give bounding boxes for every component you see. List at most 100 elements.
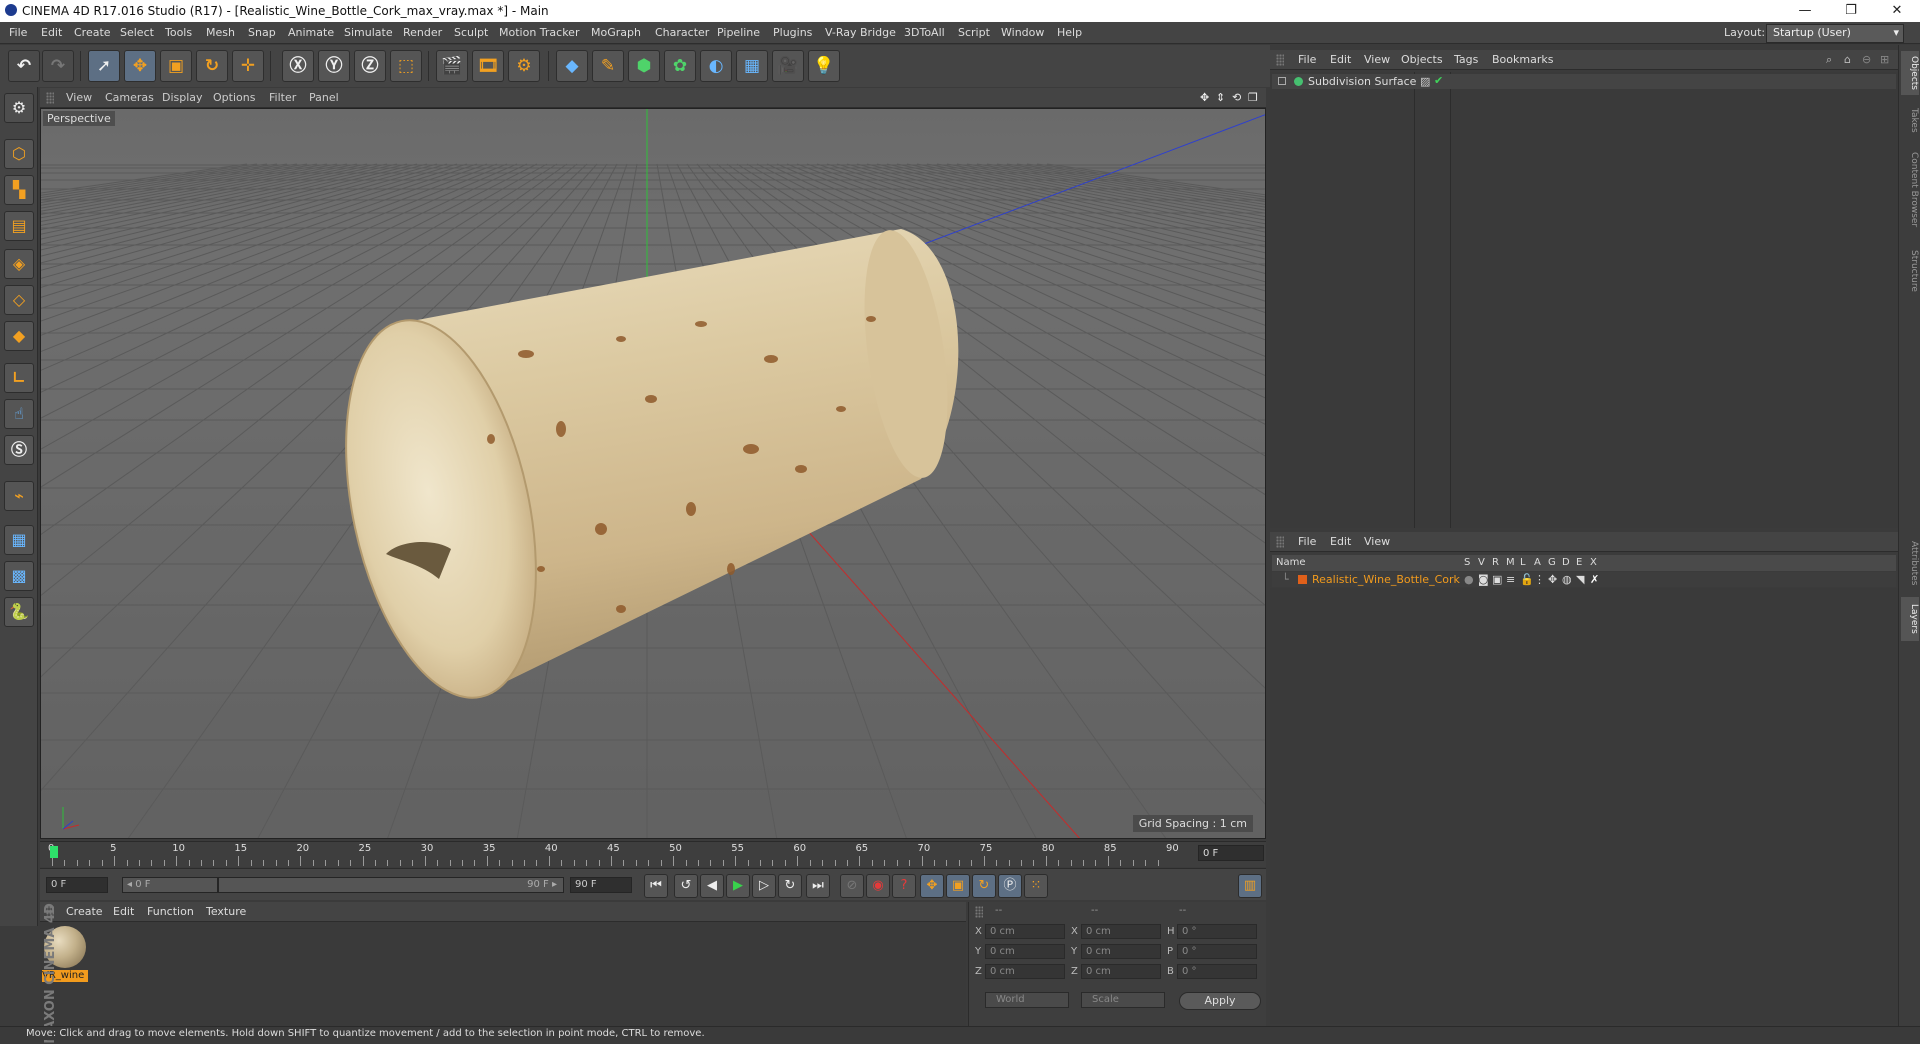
menu-mograph[interactable]: MoGraph [591, 26, 641, 39]
tab-takes[interactable]: Takes [1901, 103, 1919, 137]
search-icon[interactable]: ⌕ [1826, 53, 1832, 67]
maximize-button[interactable]: ❐ [1828, 0, 1874, 22]
size-mode-dropdown[interactable]: Scale [1081, 992, 1165, 1008]
drag-handle-icon[interactable] [1276, 536, 1284, 548]
material-menu-function[interactable]: Function [147, 905, 194, 918]
menu-select[interactable]: Select [120, 26, 154, 39]
mograph-cloner-icon[interactable]: ✿ [664, 50, 696, 82]
render-toggle-icon[interactable]: ▣ [1492, 573, 1502, 586]
lock-toggle-icon[interactable]: 🔓 [1520, 573, 1534, 586]
make-editable-icon[interactable]: ⚙ [4, 93, 34, 123]
enabled-check-icon[interactable]: ✔ [1434, 74, 1443, 87]
objects-menu-objects[interactable]: Objects [1401, 53, 1443, 66]
menu-vray-bridge[interactable]: V-Ray Bridge [825, 26, 896, 39]
objects-menu-bookmarks[interactable]: Bookmarks [1492, 53, 1553, 66]
minimize-button[interactable]: — [1782, 0, 1828, 22]
menu-motion-tracker[interactable]: Motion Tracker [499, 26, 579, 39]
redo-icon[interactable]: ↷ [42, 50, 74, 82]
x-axis-icon[interactable]: Ⓧ [282, 50, 314, 82]
record-disabled-icon[interactable]: ⊘ [840, 874, 864, 898]
manager-toggle-icon[interactable]: ≡ [1506, 573, 1515, 586]
menu-animate[interactable]: Animate [288, 26, 334, 39]
viewport-menu-view[interactable]: View [66, 91, 92, 104]
size-x-field[interactable]: 0 cm [1081, 924, 1161, 939]
next-frame-icon[interactable]: ▷ [752, 874, 776, 898]
texture-mode-icon[interactable]: ▚ [4, 175, 34, 205]
xref-toggle-icon[interactable]: ✗ [1590, 573, 1599, 586]
timeline-ruler[interactable]: 051015202530354045505560657075808590 [40, 841, 1266, 867]
key-pla-icon[interactable]: ⁙ [1024, 874, 1048, 898]
tweak-mode-icon[interactable]: ☝ [4, 399, 34, 429]
menu-snap[interactable]: Snap [248, 26, 276, 39]
end-frame-field[interactable]: 90 F [570, 877, 632, 893]
menu-pipeline[interactable]: Pipeline [717, 26, 760, 39]
previous-frame-icon[interactable]: ◀ [700, 874, 724, 898]
menu-plugins[interactable]: Plugins [773, 26, 812, 39]
subdivision-icon[interactable]: ⬢ [628, 50, 660, 82]
scale-icon[interactable]: ▣ [160, 50, 192, 82]
viewport-menu-filter[interactable]: Filter [269, 91, 296, 104]
visibility-toggle-icon[interactable]: ▨ [1420, 75, 1430, 88]
layers-menu-edit[interactable]: Edit [1330, 535, 1351, 548]
viewport-menu-display[interactable]: Display [162, 91, 203, 104]
layers-menu-file[interactable]: File [1298, 535, 1316, 548]
select-icon[interactable]: ➚ [88, 50, 120, 82]
polygons-mode-icon[interactable]: ◆ [4, 321, 34, 351]
pos-x-field[interactable]: 0 cm [985, 924, 1065, 939]
workplane-icon[interactable]: ▤ [4, 211, 34, 241]
timeline-window-icon[interactable]: ▥ [1238, 874, 1262, 898]
viewport-menu-panel[interactable]: Panel [309, 91, 339, 104]
floor-icon[interactable]: ▦ [736, 50, 768, 82]
viewport-move-icon[interactable]: ✥ [1200, 91, 1209, 104]
render-settings-icon[interactable]: ⚙ [508, 50, 540, 82]
z-axis-icon[interactable]: Ⓩ [354, 50, 386, 82]
render-view-icon[interactable]: 🎬 [436, 50, 468, 82]
model-mode-icon[interactable]: ⬡ [4, 139, 34, 169]
render-picture-viewer-icon[interactable]: 🎞 [472, 50, 504, 82]
generators-toggle-icon[interactable]: ✥ [1548, 573, 1557, 586]
layout-dropdown[interactable]: Startup (User) ▾ [1766, 24, 1904, 43]
material-menu-texture[interactable]: Texture [206, 905, 246, 918]
record-active-icon[interactable]: ◉ [866, 874, 890, 898]
expressions-toggle-icon[interactable]: ◥ [1576, 573, 1584, 586]
tab-content-browser[interactable]: Content Browser [1901, 145, 1919, 235]
layers-menu-view[interactable]: View [1364, 535, 1390, 548]
pos-z-field[interactable]: 0 cm [985, 964, 1065, 979]
objects-menu-file[interactable]: File [1298, 53, 1316, 66]
view-toggle-icon[interactable]: ◙ [1478, 573, 1489, 586]
autokey-icon[interactable]: ? [892, 874, 916, 898]
objects-menu-view[interactable]: View [1364, 53, 1390, 66]
menu-tools[interactable]: Tools [165, 26, 192, 39]
menu-mesh[interactable]: Mesh [206, 26, 235, 39]
deformers-toggle-icon[interactable]: ◍ [1562, 573, 1572, 586]
material-menu-edit[interactable]: Edit [113, 905, 134, 918]
edges-mode-icon[interactable]: ◇ [4, 285, 34, 315]
previous-key-icon[interactable]: ↺ [674, 874, 698, 898]
python-icon[interactable]: 🐍 [4, 597, 34, 627]
menu-sculpt[interactable]: Sculpt [454, 26, 488, 39]
menu-3dtoall[interactable]: 3DToAll [904, 26, 945, 39]
last-tool-icon[interactable]: ✛ [232, 50, 264, 82]
soft-selection-icon[interactable]: ⌁ [4, 481, 34, 511]
layer-row[interactable]: └ Realistic_Wine_Bottle_Cork ● ◙ ▣ ≡ 🔓 ⋮… [1272, 572, 1896, 587]
menu-file[interactable]: File [9, 26, 27, 39]
cube-icon[interactable]: ◆ [556, 50, 588, 82]
rot-b-field[interactable]: 0 ° [1177, 964, 1257, 979]
rot-h-field[interactable]: 0 ° [1177, 924, 1257, 939]
viewport-maximize-icon[interactable]: ❐ [1248, 91, 1258, 104]
menu-window[interactable]: Window [1001, 26, 1044, 39]
close-button[interactable]: ✕ [1874, 0, 1920, 22]
size-y-field[interactable]: 0 cm [1081, 944, 1161, 959]
coordinate-mode-dropdown[interactable]: World [985, 992, 1069, 1008]
viewport-rotate-icon[interactable]: ⟲ [1232, 91, 1241, 104]
drag-handle-icon[interactable] [975, 906, 983, 918]
animation-toggle-icon[interactable]: ⋮ [1534, 573, 1545, 586]
drag-handle-icon[interactable] [1276, 54, 1284, 66]
objects-menu-tags[interactable]: Tags [1454, 53, 1478, 66]
menu-create[interactable]: Create [74, 26, 111, 39]
drag-handle-icon[interactable] [46, 92, 54, 104]
playhead[interactable] [50, 846, 58, 858]
rot-p-field[interactable]: 0 ° [1177, 944, 1257, 959]
layer-color-swatch[interactable] [1298, 575, 1307, 584]
expand-icon[interactable] [1278, 77, 1286, 85]
